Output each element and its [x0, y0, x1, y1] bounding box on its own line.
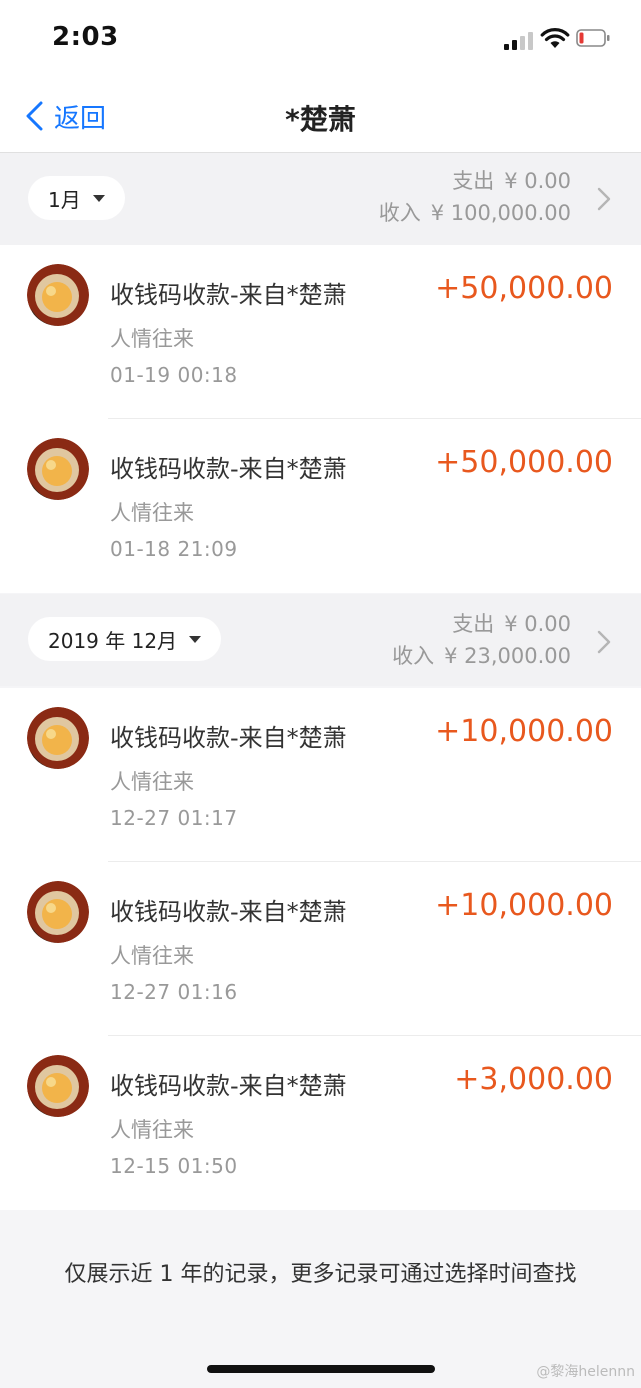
transaction-title: 收钱码收款-来自*楚萧 — [110, 898, 347, 926]
transaction-category: 人情往来 — [110, 327, 194, 351]
transaction-category: 人情往来 — [110, 944, 194, 968]
income-label: 收入 — [378, 201, 421, 225]
expense-value: ¥ 0.00 — [504, 612, 571, 636]
record-list: 收钱码收款-来自*楚萧 人情往来 12-27 01:17 +10,000.00 … — [0, 688, 641, 1210]
battery-icon — [576, 29, 610, 47]
chevron-left-icon — [26, 101, 43, 131]
transaction-title: 收钱码收款-来自*楚萧 — [110, 1072, 347, 1100]
cellular-signal-icon — [504, 30, 534, 50]
transaction-amount: +10,000.00 — [435, 714, 613, 749]
avatar — [27, 881, 89, 943]
bill-screen: 2:03 *楚萧 返回 1月 支出 ¥ 0.00 收入 ¥ 100,000.00… — [0, 0, 641, 1388]
transaction-time: 12-15 01:50 — [110, 1154, 238, 1178]
transaction-row[interactable]: 收钱码收款-来自*楚萧 人情往来 12-15 01:50 +3,000.00 — [0, 1036, 641, 1210]
avatar — [27, 1055, 89, 1117]
income-value: ¥ 23,000.00 — [444, 644, 571, 668]
watermark: @黎海helennn — [536, 1364, 635, 1380]
transaction-row[interactable]: 收钱码收款-来自*楚萧 人情往来 01-19 00:18 +50,000.00 — [0, 245, 641, 419]
navigation-bar: *楚萧 返回 — [0, 80, 641, 153]
chevron-right-icon[interactable] — [597, 187, 611, 211]
transaction-row[interactable]: 收钱码收款-来自*楚萧 人情往来 12-27 01:17 +10,000.00 — [0, 688, 641, 862]
caret-down-icon — [92, 194, 105, 202]
transaction-time: 12-27 01:17 — [110, 806, 238, 830]
month-filter-button[interactable]: 1月 — [28, 176, 125, 220]
transaction-amount: +3,000.00 — [454, 1062, 613, 1097]
chevron-right-icon[interactable] — [597, 630, 611, 654]
back-button[interactable]: 返回 — [24, 94, 106, 138]
transaction-time: 01-18 21:09 — [110, 537, 238, 561]
expense-label: 支出 — [452, 169, 495, 193]
transaction-time: 01-19 00:18 — [110, 363, 238, 387]
transaction-category: 人情往来 — [110, 1118, 194, 1142]
footer-note: 仅展示近 1 年的记录，更多记录可通过选择时间查找 — [64, 1262, 577, 1287]
status-time: 2:03 — [52, 22, 119, 52]
home-indicator[interactable] — [207, 1365, 435, 1373]
month-filter-label: 2019 年 12月 — [48, 628, 178, 653]
income-value: ¥ 100,000.00 — [430, 201, 571, 225]
avatar — [27, 438, 89, 500]
month-summary: 支出 ¥ 0.00 收入 ¥ 100,000.00 — [379, 165, 571, 229]
transaction-time: 12-27 01:16 — [110, 980, 238, 1004]
transaction-amount: +10,000.00 — [435, 888, 613, 923]
avatar — [27, 264, 89, 326]
month-filter-label: 1月 — [48, 187, 81, 212]
record-list: 收钱码收款-来自*楚萧 人情往来 01-19 00:18 +50,000.00 … — [0, 245, 641, 593]
transaction-row[interactable]: 收钱码收款-来自*楚萧 人情往来 12-27 01:16 +10,000.00 — [0, 862, 641, 1036]
month-section-header[interactable]: 1月 支出 ¥ 0.00 收入 ¥ 100,000.00 — [0, 153, 641, 245]
transaction-category: 人情往来 — [110, 501, 194, 525]
back-label: 返回 — [54, 103, 107, 134]
transaction-amount: +50,000.00 — [435, 445, 613, 480]
income-label: 收入 — [392, 644, 435, 668]
month-filter-button[interactable]: 2019 年 12月 — [28, 617, 222, 661]
expense-value: ¥ 0.00 — [504, 169, 571, 193]
month-section-header[interactable]: 2019 年 12月 支出 ¥ 0.00 收入 ¥ 23,000.00 — [0, 594, 641, 686]
month-summary: 支出 ¥ 0.00 收入 ¥ 23,000.00 — [392, 608, 571, 672]
transaction-row[interactable]: 收钱码收款-来自*楚萧 人情往来 01-18 21:09 +50,000.00 — [0, 419, 641, 593]
transaction-title: 收钱码收款-来自*楚萧 — [110, 724, 347, 752]
transaction-title: 收钱码收款-来自*楚萧 — [110, 281, 347, 309]
transaction-category: 人情往来 — [110, 770, 194, 794]
caret-down-icon — [189, 635, 202, 643]
status-bar: 2:03 — [0, 0, 641, 80]
wifi-icon — [540, 28, 570, 48]
transaction-amount: +50,000.00 — [435, 271, 613, 306]
expense-label: 支出 — [452, 612, 495, 636]
transaction-title: 收钱码收款-来自*楚萧 — [110, 455, 347, 483]
avatar — [27, 707, 89, 769]
